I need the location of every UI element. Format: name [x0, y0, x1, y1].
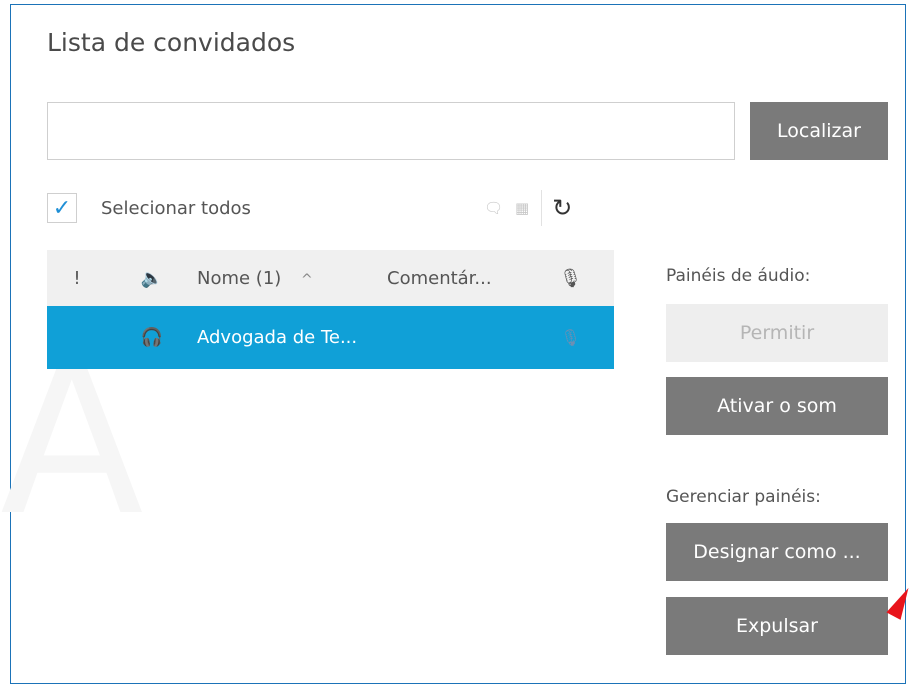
raise-hand-icon[interactable]: 🗨	[484, 199, 503, 217]
find-button[interactable]: Localizar	[750, 102, 888, 160]
unmute-button[interactable]: Ativar o som	[666, 377, 888, 435]
row-name-cell: Advogada de Te...	[197, 327, 358, 348]
table-header: ! 🔈 Nome (1) ^ Comentár... 🎙	[47, 250, 614, 306]
toolbar-divider	[541, 190, 543, 226]
panel-title: Lista de convidados	[47, 28, 296, 57]
refresh-icon[interactable]: ↻	[552, 194, 572, 222]
expel-button[interactable]: Expulsar	[666, 597, 888, 655]
column-name-label: Nome (1)	[197, 267, 282, 289]
toolbar-icons: 🗨 ▦ ↻	[484, 190, 572, 226]
allow-button[interactable]: Permitir	[666, 304, 888, 362]
column-name-header[interactable]: Nome (1) ^	[197, 268, 387, 289]
sort-ascending-icon: ^	[301, 271, 313, 288]
column-flag-header[interactable]: !	[47, 268, 107, 289]
manage-panels-label: Gerenciar painéis:	[666, 487, 821, 507]
select-all-label: Selecionar todos	[101, 197, 251, 219]
table-row[interactable]: 🎧 Advogada de Te... 🎙	[47, 306, 614, 369]
column-mic-header[interactable]: 🎙	[527, 268, 614, 289]
background-watermark: A	[0, 350, 144, 530]
search-input[interactable]	[47, 102, 735, 160]
headset-icon: 🎧	[140, 327, 164, 348]
muted-mic-icon[interactable]: 🎙	[527, 328, 614, 347]
column-comment-header[interactable]: Comentár...	[387, 268, 527, 289]
assign-as-button[interactable]: Designar como ...	[666, 523, 888, 581]
select-all-checkbox[interactable]: ✓	[47, 193, 77, 223]
guest-table: ! 🔈 Nome (1) ^ Comentár... 🎙 🎧 Advogada …	[47, 250, 614, 369]
select-all-control[interactable]: ✓ Selecionar todos	[47, 190, 251, 226]
column-audio-header[interactable]: 🔈	[107, 268, 197, 289]
audio-panels-label: Painéis de áudio:	[666, 266, 811, 286]
move-to-panel-icon[interactable]: ▦	[515, 199, 529, 217]
